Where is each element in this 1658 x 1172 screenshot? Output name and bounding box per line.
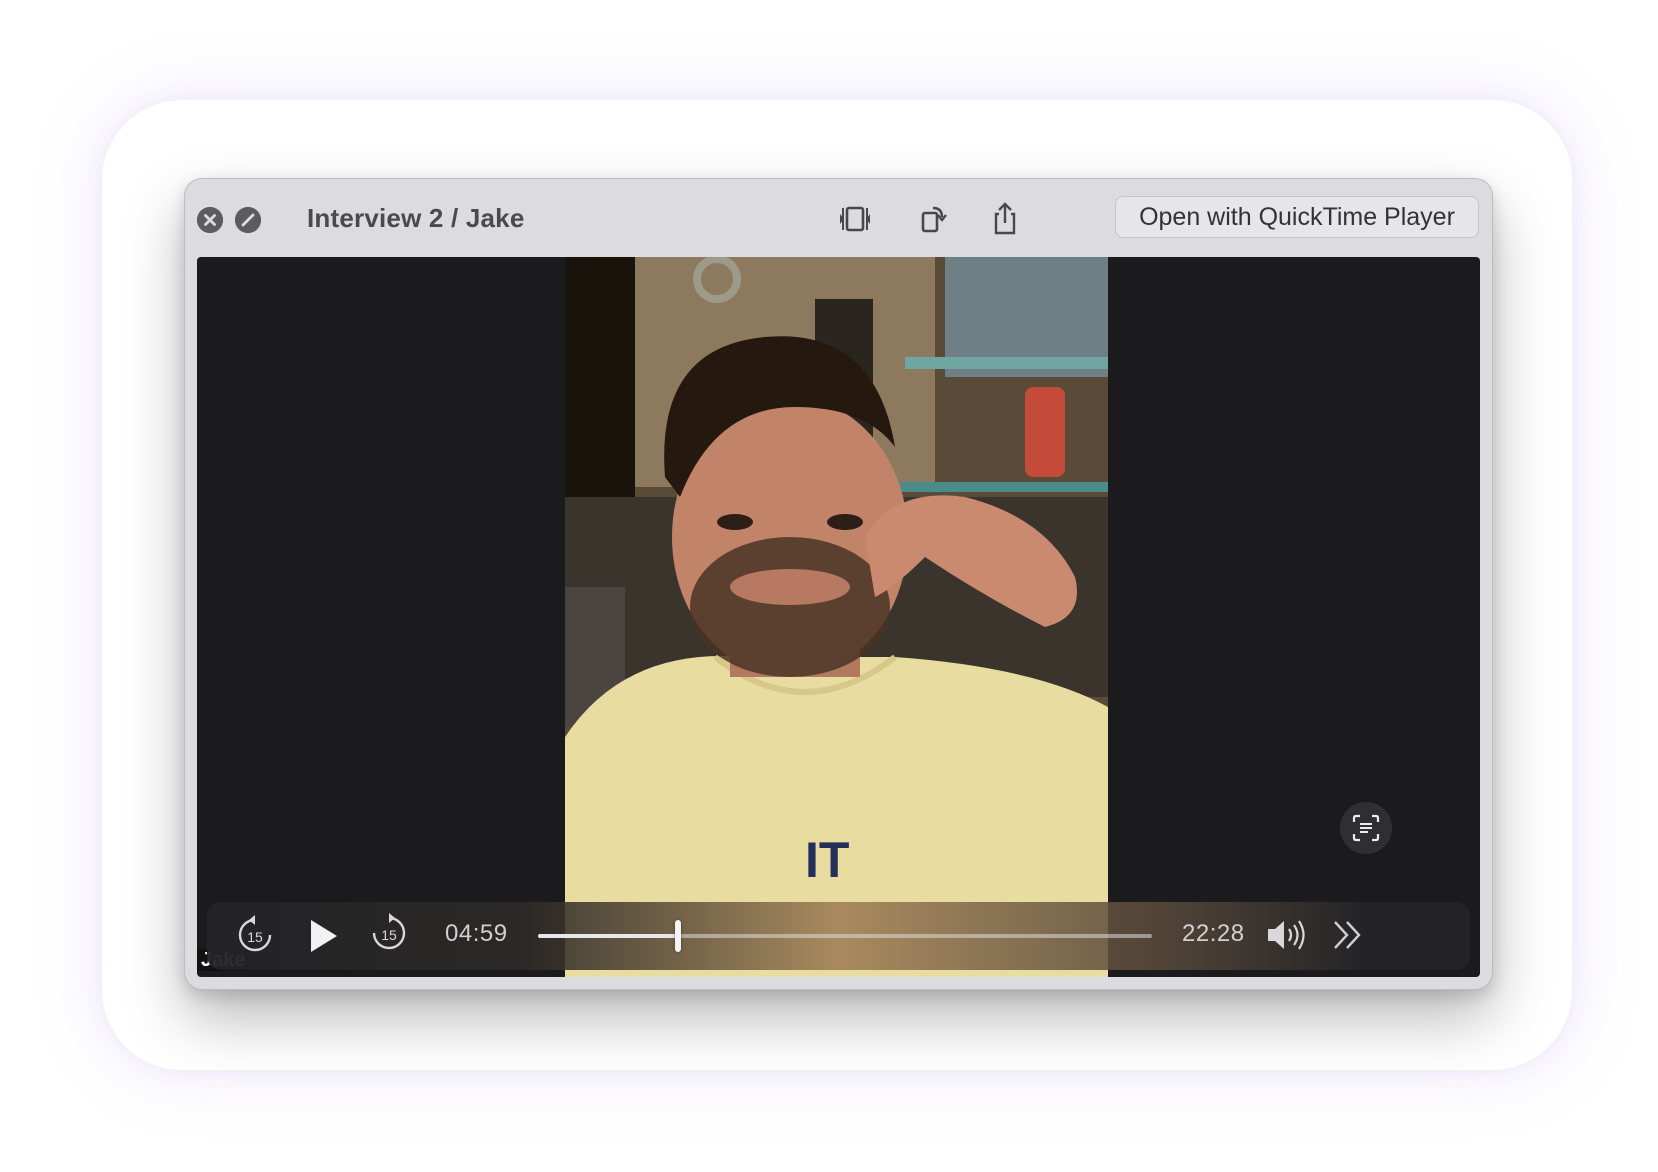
trim-button[interactable] bbox=[835, 201, 875, 237]
play-button[interactable] bbox=[307, 916, 341, 956]
skip-back-15-icon: 15 bbox=[238, 915, 272, 952]
video-frame: IT bbox=[565, 257, 1108, 977]
skip-forward-15-icon: 15 bbox=[372, 913, 406, 950]
close-button[interactable] bbox=[197, 207, 223, 233]
timeline-scrubber[interactable] bbox=[538, 920, 1152, 952]
rotate-icon bbox=[921, 206, 947, 233]
playback-controls: 15 15 04:59 22:28 bbox=[207, 902, 1470, 970]
play-icon bbox=[311, 920, 337, 952]
video-player[interactable]: IT Jake 15 bbox=[197, 257, 1480, 977]
more-controls-button[interactable] bbox=[1331, 918, 1365, 952]
trim-icon bbox=[840, 206, 870, 232]
timeline-progress bbox=[538, 934, 678, 938]
svg-text:15: 15 bbox=[247, 929, 263, 945]
live-text-button[interactable] bbox=[1340, 802, 1392, 854]
total-time: 22:28 bbox=[1182, 920, 1245, 947]
title-bar: Interview 2 / Jake Open with QuickTime P… bbox=[185, 179, 1492, 257]
live-text-icon bbox=[1352, 814, 1380, 842]
svg-text:15: 15 bbox=[381, 927, 397, 943]
open-with-quicktime-button[interactable]: Open with QuickTime Player bbox=[1115, 196, 1479, 238]
chevron-double-right-icon bbox=[1334, 921, 1361, 949]
skip-back-button[interactable]: 15 bbox=[235, 914, 275, 958]
fullscreen-button[interactable] bbox=[235, 207, 261, 233]
video-still-image: IT bbox=[565, 257, 1108, 977]
share-button[interactable] bbox=[985, 201, 1025, 237]
svg-text:IT: IT bbox=[805, 832, 849, 888]
skip-forward-button[interactable]: 15 bbox=[369, 912, 409, 956]
quick-look-window: Interview 2 / Jake Open with QuickTime P… bbox=[184, 178, 1493, 990]
volume-button[interactable] bbox=[1265, 916, 1309, 954]
rotate-button[interactable] bbox=[913, 201, 953, 237]
current-time: 04:59 bbox=[445, 920, 508, 947]
fullscreen-icon bbox=[235, 207, 261, 233]
share-icon bbox=[994, 202, 1016, 235]
window-title: Interview 2 / Jake bbox=[307, 203, 525, 233]
close-icon bbox=[197, 207, 223, 233]
speaker-volume-icon bbox=[1268, 920, 1305, 950]
timeline-playhead[interactable] bbox=[674, 920, 681, 952]
